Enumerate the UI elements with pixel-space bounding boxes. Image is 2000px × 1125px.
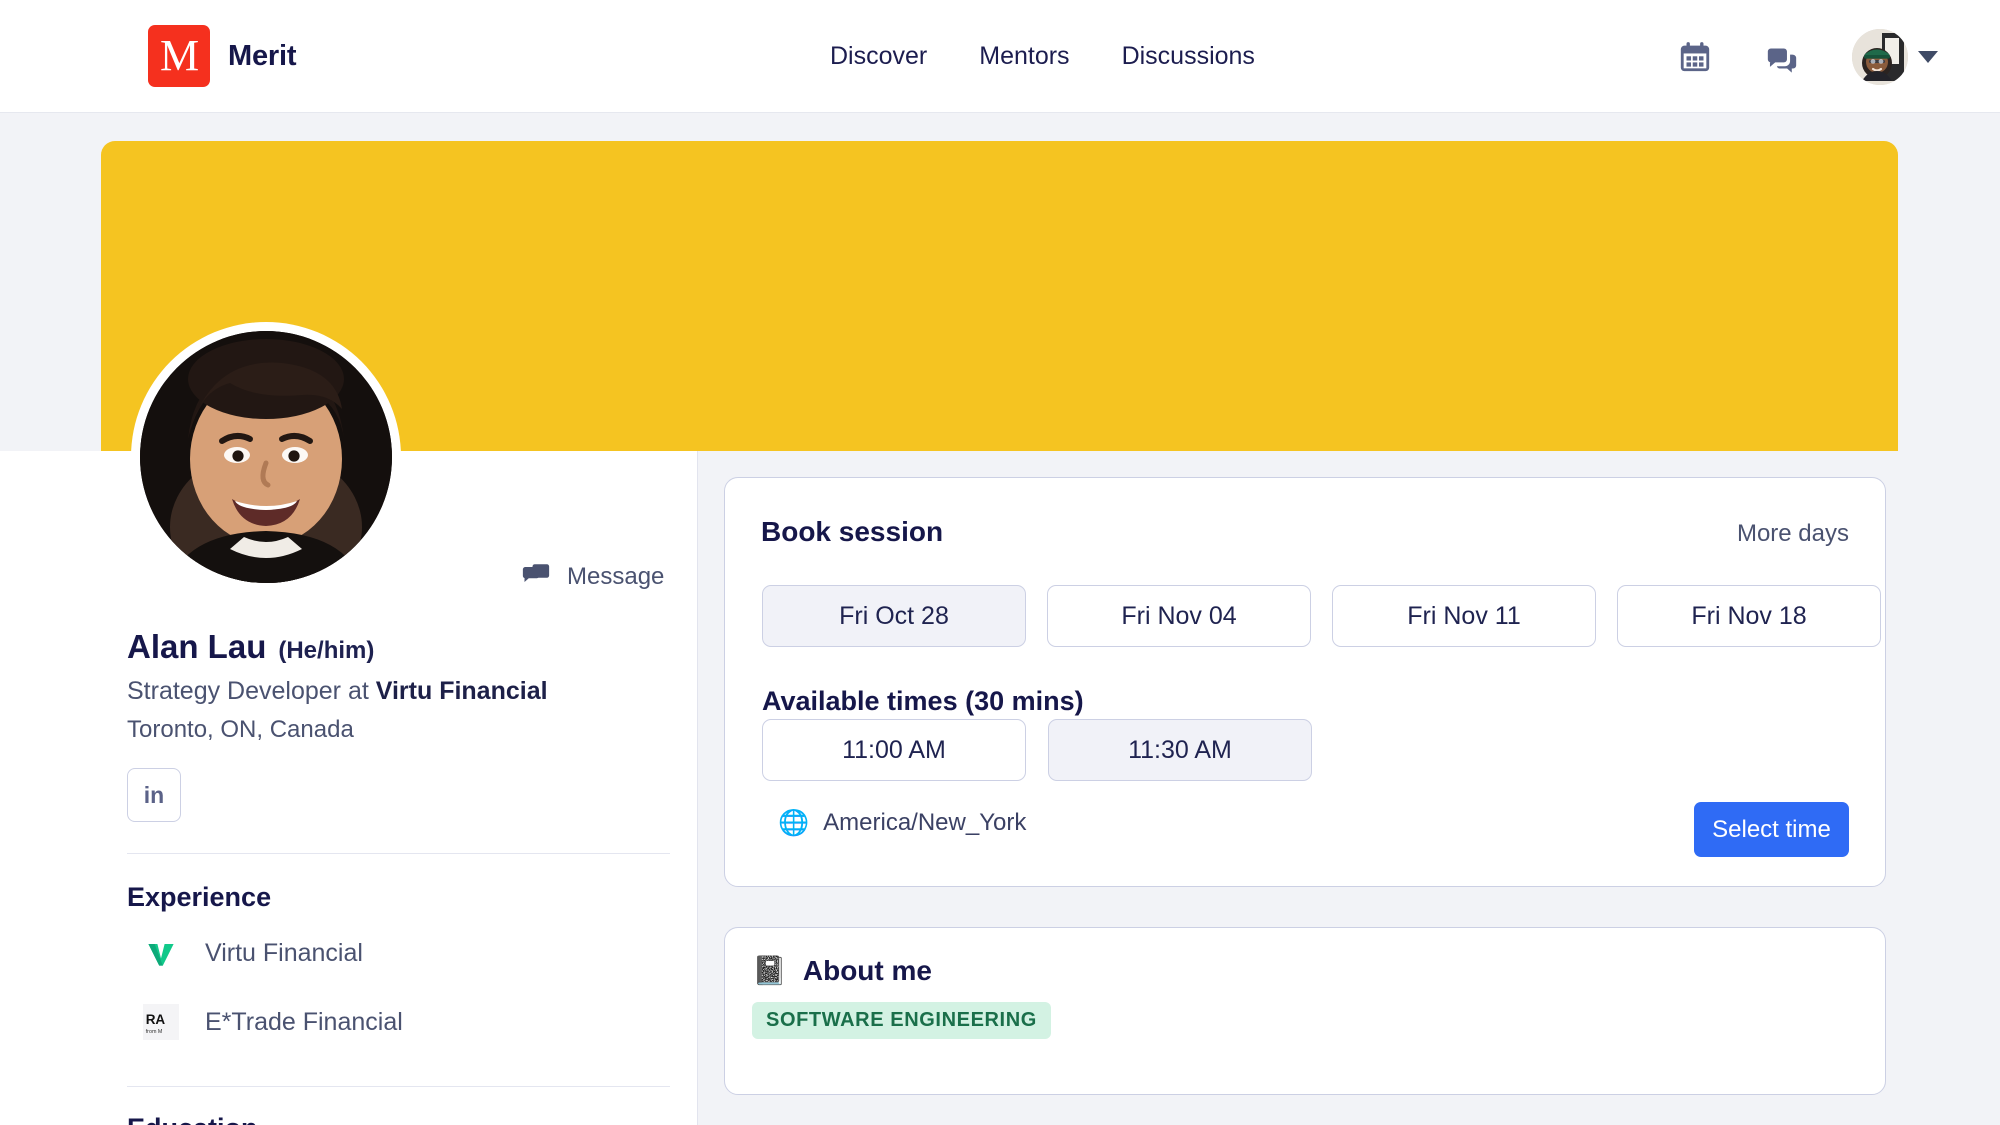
book-session-header: Book session More days (761, 516, 1849, 548)
merit-logo-icon: M (148, 25, 210, 87)
profile-name: Alan Lau (127, 628, 266, 666)
account-menu[interactable] (1852, 29, 1938, 85)
virtu-financial-logo-icon (141, 933, 181, 973)
time-option-1[interactable]: 11:30 AM (1048, 719, 1312, 781)
time-selector: 11:00 AM 11:30 AM (762, 719, 1312, 781)
profile-headline: Strategy Developer at Virtu Financial (127, 677, 687, 706)
brand-logo[interactable]: M Merit (148, 25, 296, 87)
select-time-button[interactable]: Select time (1694, 802, 1849, 857)
available-times-heading: Available times (30 mins) (762, 686, 1084, 717)
etrade-financial-logo-icon: RA from M (141, 1002, 181, 1042)
brand-name: Merit (228, 40, 296, 73)
about-tag-software-engineering: SOFTWARE ENGINEERING (752, 1002, 1051, 1039)
date-option-3[interactable]: Fri Nov 18 (1617, 585, 1881, 647)
avatar (1852, 29, 1908, 85)
profile-role: Strategy Developer at (127, 677, 376, 705)
linkedin-icon[interactable]: in (127, 768, 181, 822)
profile-avatar (131, 322, 401, 592)
message-label: Message (567, 563, 664, 591)
chevron-down-icon (1918, 51, 1938, 63)
nav-links: Discover Mentors Discussions (830, 0, 1255, 113)
message-button[interactable]: Message (521, 560, 664, 593)
divider-education (127, 1086, 670, 1087)
nav-link-mentors[interactable]: Mentors (979, 42, 1069, 71)
experience-heading: Experience (127, 882, 271, 913)
more-days-link[interactable]: More days (1737, 520, 1849, 548)
date-option-1[interactable]: Fri Nov 04 (1047, 585, 1311, 647)
calendar-icon[interactable] (1678, 40, 1712, 74)
notebook-icon: 📓 (752, 957, 787, 985)
experience-company-label: Virtu Financial (205, 939, 363, 968)
experience-company-label: E*Trade Financial (205, 1008, 403, 1037)
date-selector: Fri Oct 28 Fri Nov 04 Fri Nov 11 Fri Nov… (762, 585, 1881, 647)
nav-link-discussions[interactable]: Discussions (1122, 42, 1255, 71)
date-option-0[interactable]: Fri Oct 28 (762, 585, 1026, 647)
profile-pronouns: (He/him) (278, 637, 374, 665)
top-navbar: M Merit Discover Mentors Discussions (0, 0, 2000, 113)
timezone-label: America/New_York (823, 809, 1026, 837)
about-me-header: 📓 About me (752, 955, 932, 987)
profile-identity: Alan Lau (He/him) Strategy Developer at … (127, 628, 687, 744)
messages-icon[interactable] (1765, 40, 1799, 74)
education-heading: Education (127, 1113, 258, 1125)
date-option-2[interactable]: Fri Nov 11 (1332, 585, 1596, 647)
about-me-title: About me (803, 955, 932, 987)
experience-item-etrade[interactable]: RA from M E*Trade Financial (141, 1002, 403, 1042)
divider-experience (127, 853, 670, 854)
time-option-0[interactable]: 11:00 AM (762, 719, 1026, 781)
book-session-title: Book session (761, 516, 943, 548)
globe-icon: 🌐 (778, 811, 809, 836)
svg-text:RA: RA (146, 1012, 166, 1027)
nav-actions (1678, 0, 1938, 113)
profile-page: M Merit Discover Mentors Discussions (0, 0, 2000, 1125)
profile-company: Virtu Financial (376, 677, 548, 705)
timezone-row[interactable]: 🌐 America/New_York (778, 809, 1026, 837)
profile-location: Toronto, ON, Canada (127, 716, 687, 744)
nav-link-discover[interactable]: Discover (830, 42, 927, 71)
svg-text:from M: from M (146, 1029, 163, 1035)
message-icon (521, 560, 551, 593)
experience-item-virtu[interactable]: Virtu Financial (141, 933, 363, 973)
